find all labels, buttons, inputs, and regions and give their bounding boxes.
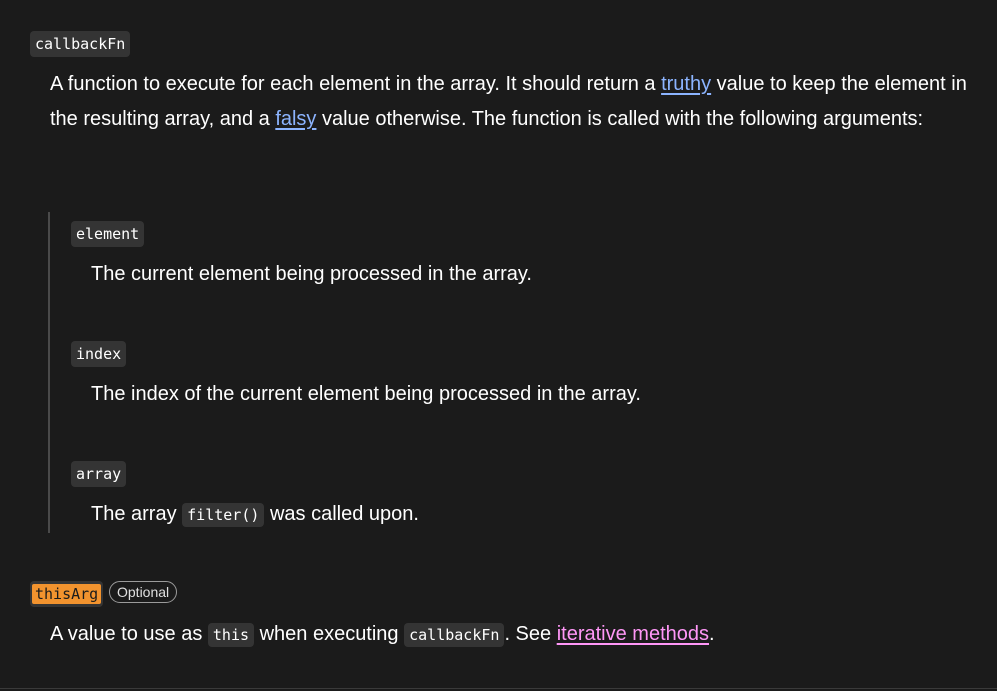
thisarg-desc-mid: when executing — [254, 623, 405, 645]
iterative-methods-link[interactable]: iterative methods — [557, 623, 709, 645]
optional-badge: Optional — [109, 581, 178, 603]
param-name-thisarg: thisArg — [30, 581, 104, 607]
element-description: The current element being processed in t… — [91, 263, 532, 285]
filter-code: filter() — [182, 503, 265, 527]
callbackfn-description: A function to execute for each element i… — [50, 67, 990, 137]
thisarg-desc-pre: A value to use as — [50, 623, 208, 645]
falsy-link[interactable]: falsy — [275, 108, 316, 130]
callbackfn-desc-post: value otherwise. The function is called … — [316, 108, 924, 130]
nested-arguments-border — [48, 212, 50, 533]
array-desc-pre: The array — [91, 503, 183, 525]
thisarg-desc-mid2: . See — [504, 623, 557, 645]
array-description: The array filter() was called upon. — [91, 497, 419, 533]
param-name-array: array — [71, 461, 127, 487]
bottom-divider — [0, 688, 997, 689]
callbackfn-desc-pre: A function to execute for each element i… — [50, 73, 662, 95]
thisarg-desc-post: . — [709, 623, 715, 645]
thisarg-highlight: thisArg — [32, 584, 102, 604]
param-name-callbackfn: callbackFn — [30, 31, 131, 57]
callbackfn-code: callbackFn — [404, 623, 505, 647]
array-desc-post: was called upon. — [264, 503, 419, 525]
param-name-element: element — [71, 221, 145, 247]
thisarg-description: A value to use as this when executing ca… — [50, 617, 715, 653]
truthy-link[interactable]: truthy — [661, 73, 711, 95]
index-description: The index of the current element being p… — [91, 383, 641, 405]
param-name-index: index — [71, 341, 127, 367]
this-code: this — [207, 623, 255, 647]
